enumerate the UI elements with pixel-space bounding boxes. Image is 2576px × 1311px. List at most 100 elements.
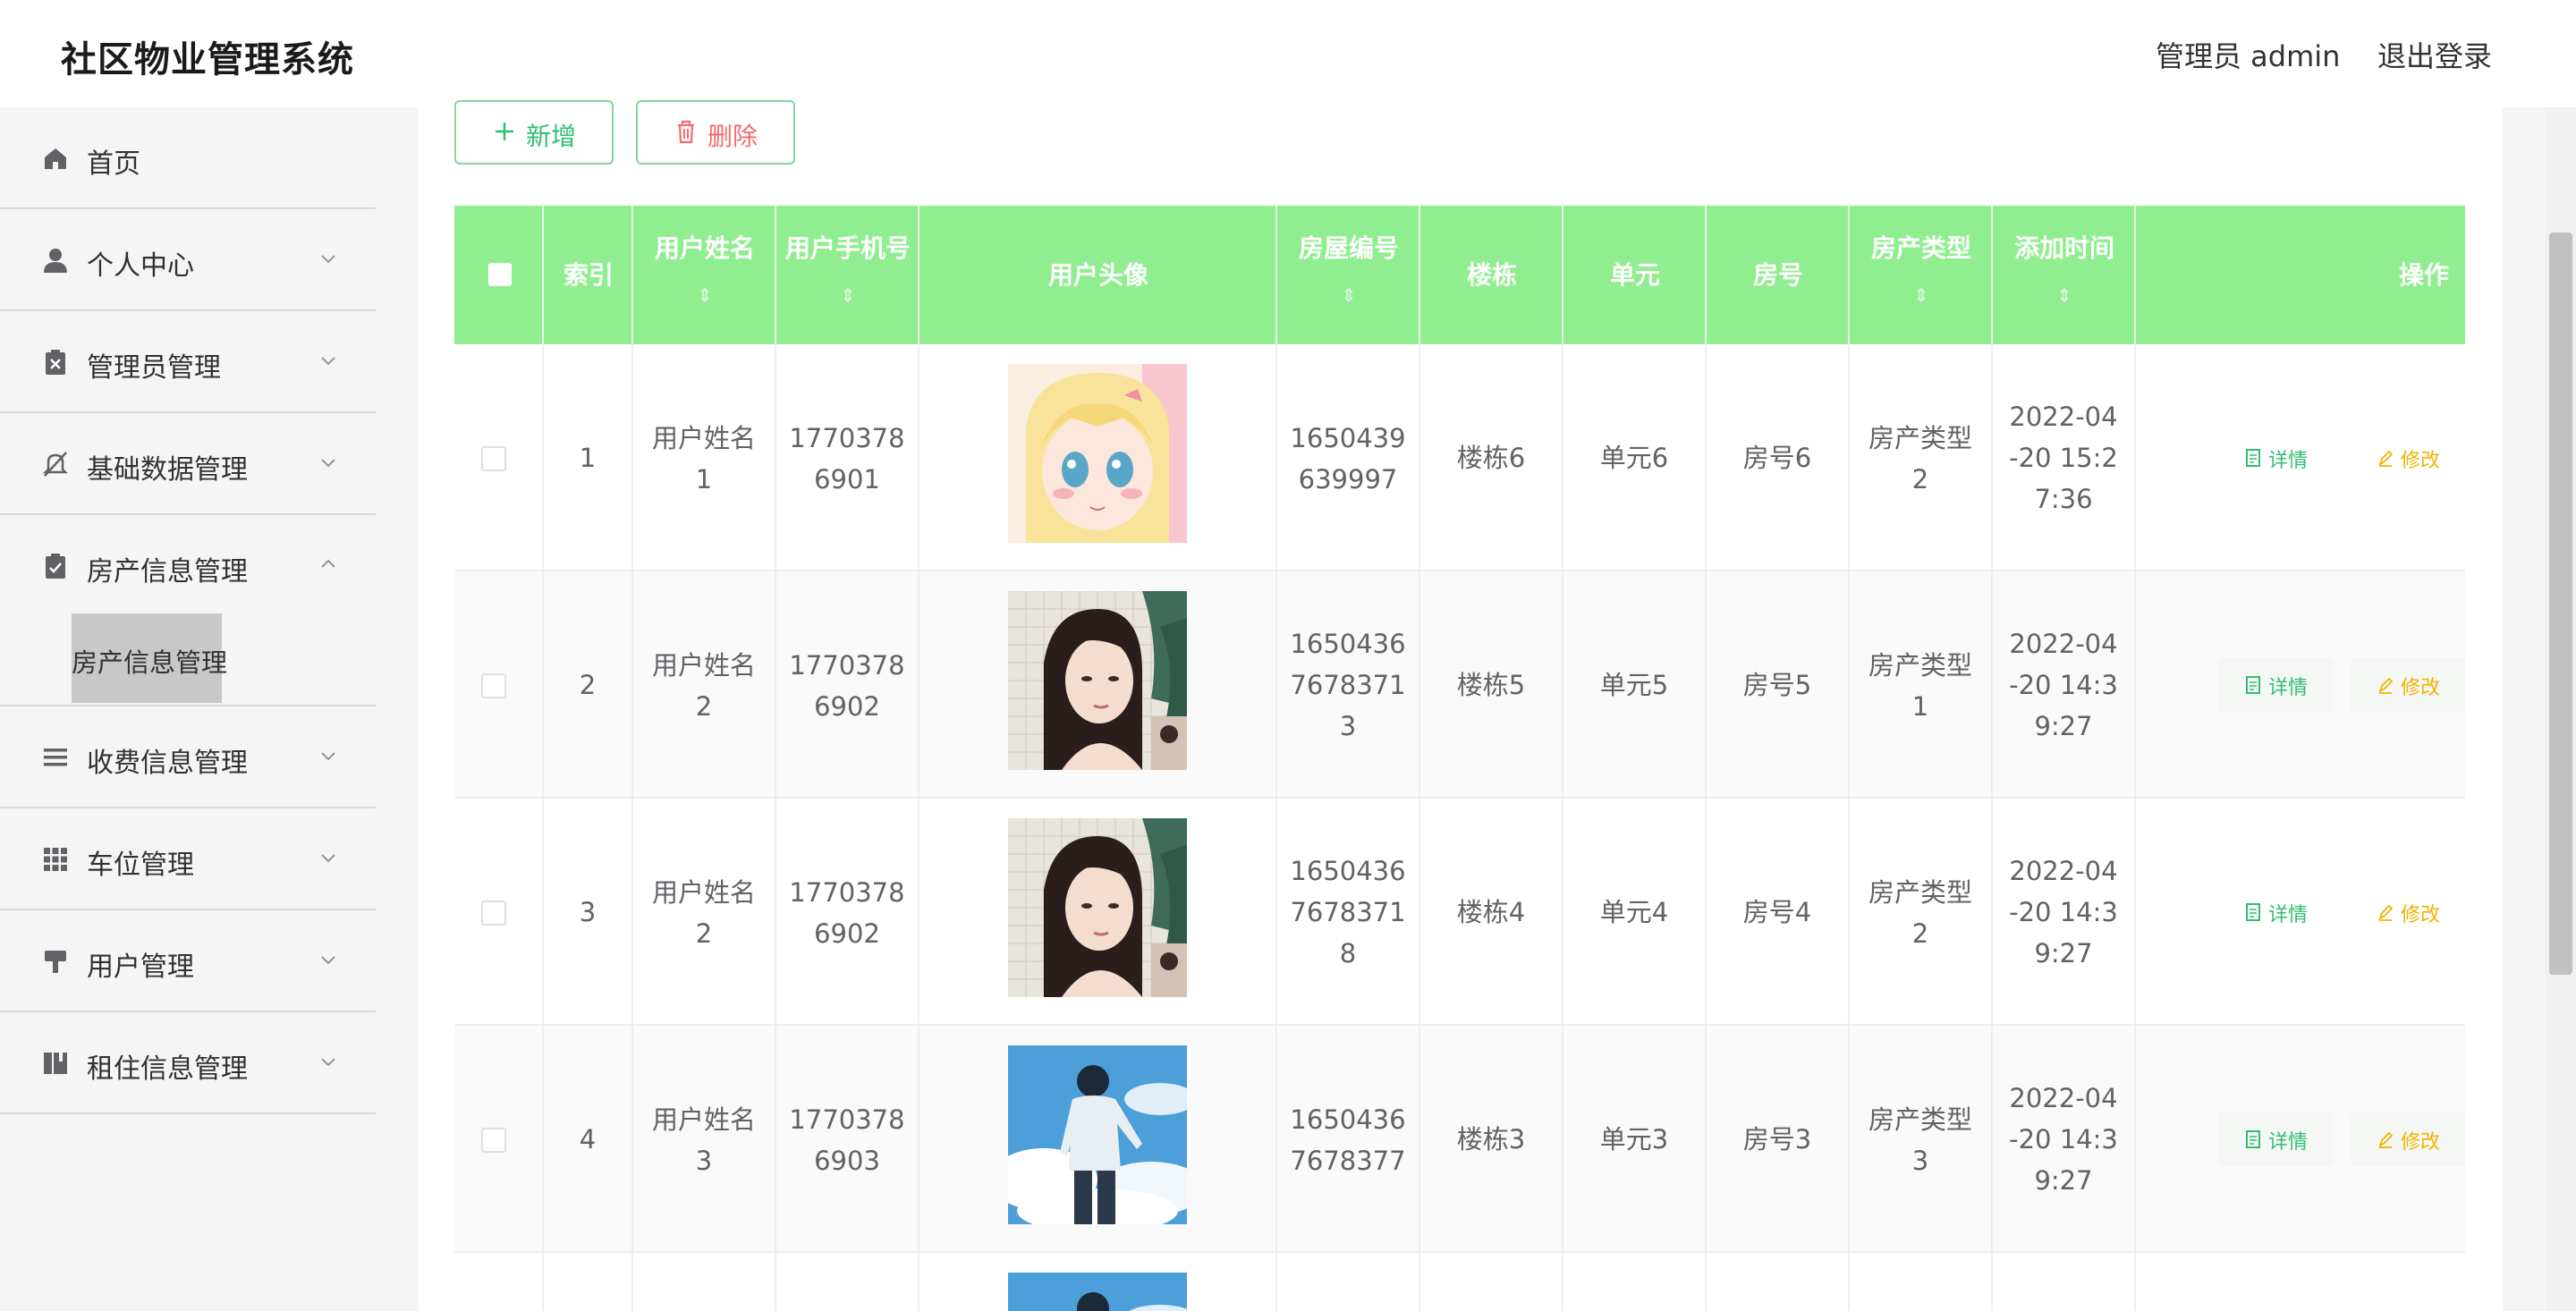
detail-button[interactable]: 详情 — [2218, 885, 2333, 939]
td-name — [633, 1253, 776, 1311]
avatar-image[interactable] — [1008, 1273, 1187, 1311]
td-ops: 详情 修改 — [2136, 1026, 2465, 1253]
th-building[interactable]: 楼栋 — [1420, 206, 1563, 344]
th-name[interactable]: 用户姓名 ⇕ — [633, 206, 776, 344]
property-table: 索引 用户姓名 ⇕ 用户手机号 ⇕ 用户头像 房屋编号 ⇕ 楼栋 单元 房号 房… — [454, 206, 2465, 1311]
th-unit-label: 单元 — [1609, 260, 1660, 290]
td-index — [544, 1253, 633, 1311]
sidebar-item-admin-management[interactable]: 管理员管理 — [0, 311, 376, 413]
boy-sky-avatar — [1008, 1045, 1187, 1224]
anime-girl-avatar — [1008, 364, 1187, 543]
cell-name-line: 2 — [695, 691, 713, 722]
row-checkbox[interactable] — [481, 1128, 506, 1153]
woman-portrait-avatar — [1008, 591, 1187, 770]
cell-time-line: -20 14:3 — [2009, 1124, 2118, 1155]
list-icon — [44, 749, 67, 766]
sidebar-item-home[interactable]: 首页 — [0, 107, 376, 209]
th-avatar-label: 用户头像 — [1047, 260, 1148, 290]
th-house-no[interactable]: 房屋编号 ⇕ — [1277, 206, 1420, 344]
chevron-down-icon — [321, 459, 335, 468]
scrollbar-thumb[interactable] — [2549, 233, 2572, 975]
detail-button[interactable]: 详情 — [2218, 431, 2333, 485]
td-select — [454, 571, 544, 799]
cell-building: 楼栋6 — [1456, 443, 1526, 473]
td-unit — [1563, 1253, 1707, 1311]
td-index: 2 — [544, 571, 633, 799]
sidebar-item-basic-data[interactable]: 基础数据管理 — [0, 413, 376, 515]
td-time: 2022-04 -20 15:2 7:36 — [1993, 344, 2136, 571]
sidebar-item-fee-info[interactable]: 收费信息管理 — [0, 706, 376, 808]
home-icon — [45, 148, 66, 169]
sidebar-item-rental-info[interactable]: 租住信息管理 — [0, 1012, 376, 1114]
cell-phone-line: 6901 — [814, 464, 880, 495]
th-name-label: 用户姓名 — [654, 233, 755, 263]
th-avatar[interactable]: 用户头像 — [919, 206, 1277, 344]
avatar-image[interactable] — [1008, 818, 1187, 997]
cell-type-line: 房产类型 — [1868, 650, 1972, 681]
th-time[interactable]: 添加时间 ⇕ — [1993, 206, 2136, 344]
pencil-icon — [2378, 1131, 2394, 1148]
td-phone: 1770378 6903 — [776, 1026, 919, 1253]
cell-name-line: 用户姓名 — [651, 1104, 756, 1135]
pencil-icon — [2378, 904, 2394, 921]
detail-button[interactable]: 详情 — [2218, 1112, 2333, 1166]
edit-button[interactable]: 修改 — [2351, 885, 2465, 939]
submenu-item-property-info-management[interactable]: 房产信息管理 — [72, 613, 227, 703]
edit-button[interactable]: 修改 — [2351, 1112, 2465, 1166]
th-room[interactable]: 房号 — [1707, 206, 1850, 344]
detail-button[interactable]: 详情 — [2218, 658, 2333, 712]
sidebar-item-label: 车位管理 — [87, 850, 194, 881]
cell-time-line: 2022-04 — [2009, 1083, 2118, 1113]
cell-unit: 单元4 — [1599, 897, 1669, 927]
td-time — [1993, 1253, 2136, 1311]
page-scrollbar[interactable] — [2546, 107, 2576, 1311]
td-select — [454, 799, 544, 1026]
sidebar-item-parking[interactable]: 车位管理 — [0, 808, 376, 910]
app-title: 社区物业管理系统 — [61, 39, 354, 80]
edit-button[interactable]: 修改 — [2351, 431, 2465, 485]
cell-type-line: 1 — [1911, 691, 1929, 722]
sidebar-item-user-management[interactable]: 用户管理 — [0, 910, 376, 1012]
row-checkbox[interactable] — [481, 673, 506, 698]
edit-button[interactable]: 修改 — [2351, 658, 2465, 712]
td-house-no: 1650436 7678377 — [1277, 1026, 1420, 1253]
chevron-down-icon — [321, 1058, 335, 1067]
td-house-no: 1650436 7678371 3 — [1277, 571, 1420, 799]
th-type[interactable]: 房产类型 ⇕ — [1850, 206, 1993, 344]
cell-name-line: 用户姓名 — [651, 423, 756, 453]
td-house-no: 1650439 639997 — [1277, 344, 1420, 571]
document-icon — [2246, 1130, 2260, 1148]
document-icon — [2246, 676, 2260, 694]
chevron-up-icon — [321, 559, 335, 568]
td-ops: 详情 修改 — [2136, 799, 2465, 1026]
sidebar-item-label: 租住信息管理 — [87, 1053, 248, 1085]
add-button[interactable]: 新增 — [454, 100, 614, 165]
logout-button[interactable]: 退出登录 — [2377, 34, 2492, 75]
sort-caret-icon: ⇕ — [1913, 284, 1929, 306]
th-unit[interactable]: 单元 — [1563, 206, 1707, 344]
add-button-label: 新增 — [526, 122, 577, 151]
td-room: 房号6 — [1707, 344, 1850, 571]
chevron-down-icon — [321, 854, 335, 863]
cell-name-line: 2 — [695, 918, 713, 949]
cell-phone-line: 1770378 — [789, 423, 905, 453]
sort-caret-icon: ⇕ — [1341, 284, 1357, 306]
avatar-image[interactable] — [1008, 591, 1187, 770]
th-phone[interactable]: 用户手机号 ⇕ — [776, 206, 919, 344]
select-all-checkbox[interactable] — [488, 263, 512, 286]
cell-house-line: 639997 — [1298, 464, 1398, 495]
avatar-image[interactable] — [1008, 1045, 1187, 1224]
row-checkbox[interactable] — [481, 446, 506, 471]
td-ops — [2136, 1253, 2465, 1311]
cell-phone-line: 6902 — [814, 918, 880, 949]
row-checkbox[interactable] — [481, 901, 506, 926]
th-index[interactable]: 索引 — [544, 206, 633, 344]
sidebar-item-personal-center[interactable]: 个人中心 — [0, 209, 376, 311]
avatar-image[interactable] — [1008, 364, 1187, 543]
td-avatar — [919, 1253, 1277, 1311]
td-name: 用户姓名 3 — [633, 1026, 776, 1253]
delete-button[interactable]: 删除 — [636, 100, 795, 165]
woman-portrait-avatar — [1008, 818, 1187, 997]
stamp-icon — [45, 951, 66, 973]
sidebar-item-property-info[interactable]: 房产信息管理 — [0, 515, 376, 617]
